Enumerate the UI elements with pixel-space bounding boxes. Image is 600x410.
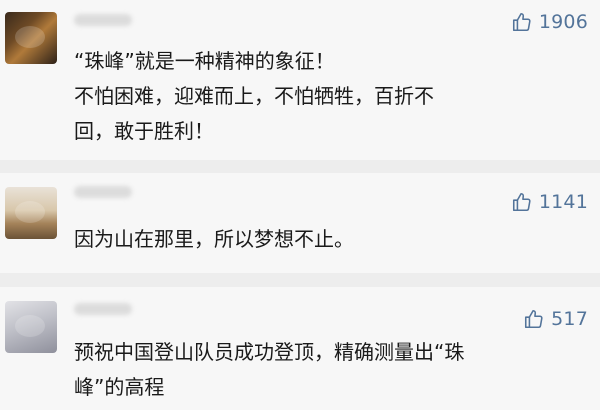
- comment-feed: 1906 “珠峰”就是一种精神的象征！ 不怕困难，迎难而上，不怕牺牲，百折不 回…: [0, 0, 600, 410]
- like-count: 1141: [538, 191, 588, 213]
- comment-line: 峰”的高程: [74, 375, 165, 399]
- comment-line: 预祝中国登山队员成功登顶，精确测量出“珠: [74, 340, 465, 364]
- comment-text: 预祝中国登山队员成功登顶，精确测量出“珠 峰”的高程: [74, 335, 578, 405]
- avatar[interactable]: [5, 187, 57, 239]
- like-button[interactable]: 517: [523, 308, 588, 330]
- comment-text: “珠峰”就是一种精神的象征！ 不怕困难，迎难而上，不怕牺牲，百折不 回，敢于胜利…: [74, 44, 578, 149]
- thumbs-up-icon: [512, 12, 531, 32]
- comment-line: 不怕困难，迎难而上，不怕牺牲，百折不: [74, 84, 434, 108]
- like-count: 517: [551, 308, 588, 330]
- comment-card: 517 预祝中国登山队员成功登顶，精确测量出“珠 峰”的高程: [0, 287, 600, 410]
- username-blurred[interactable]: [74, 186, 132, 198]
- comment-card: 1141 因为山在那里，所以梦想不止。: [0, 173, 600, 273]
- avatar[interactable]: [5, 301, 57, 353]
- comment-line: 回，敢于胜利！: [74, 119, 214, 143]
- comment-card: 1906 “珠峰”就是一种精神的象征！ 不怕困难，迎难而上，不怕牺牲，百折不 回…: [0, 0, 600, 160]
- like-button[interactable]: 1141: [511, 191, 588, 213]
- comment-line: 因为山在那里，所以梦想不止。: [74, 227, 354, 251]
- username-blurred[interactable]: [74, 14, 132, 26]
- thumbs-up-icon: [512, 192, 531, 212]
- comment-text: 因为山在那里，所以梦想不止。: [74, 222, 578, 257]
- like-button[interactable]: 1906: [511, 11, 588, 33]
- avatar[interactable]: [5, 12, 57, 64]
- comment-line: “珠峰”就是一种精神的象征！: [74, 49, 335, 73]
- like-count: 1906: [538, 11, 588, 33]
- username-blurred[interactable]: [74, 303, 132, 315]
- thumbs-up-icon: [525, 309, 543, 329]
